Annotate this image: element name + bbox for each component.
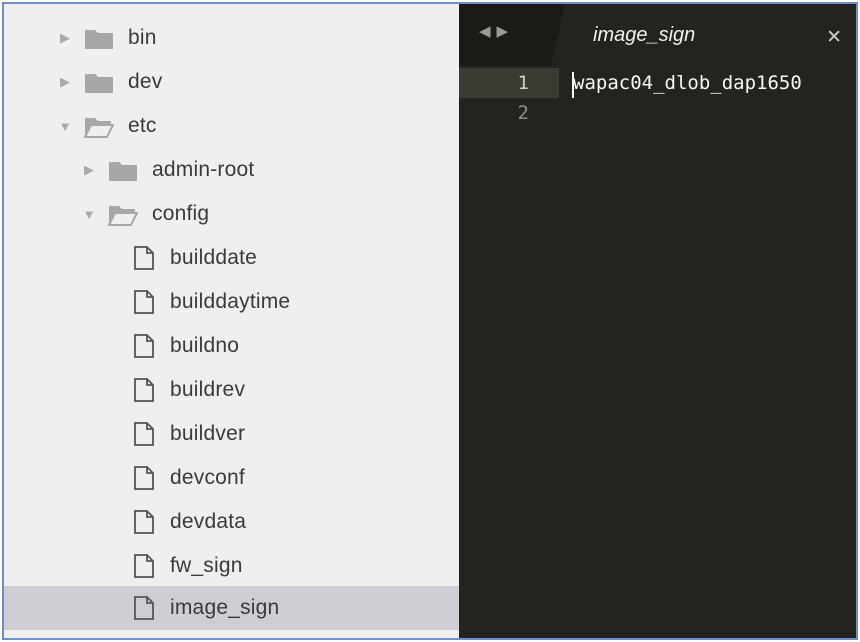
- tree-item-admin-root[interactable]: ▶ admin-root: [4, 148, 459, 192]
- tab-navigation: ◀ ▶: [479, 22, 508, 40]
- file-tree-sidebar: ▶ bin ▶ dev ▼ etc ▶ admin-root ▼ config …: [4, 4, 459, 638]
- line-number: 1: [517, 72, 529, 94]
- file-icon: [132, 553, 156, 579]
- editor-pane: ◀ ▶ image_sign ✕ 1 2 wapac04_dlob_dap165…: [459, 4, 856, 638]
- line-number-gutter: 1 2: [459, 66, 559, 638]
- tree-item-label: buildver: [170, 422, 246, 445]
- tree-item-bin[interactable]: ▶ bin: [4, 16, 459, 60]
- chevron-right-icon[interactable]: ▶: [82, 162, 96, 178]
- tree-item-dev[interactable]: ▶ dev: [4, 60, 459, 104]
- tab-image-sign[interactable]: image_sign ✕: [551, 4, 856, 66]
- open-folder-icon: [108, 202, 138, 226]
- file-icon: [132, 465, 156, 491]
- code-line[interactable]: wapac04_dlob_dap1650: [573, 72, 802, 94]
- left-arrow-icon[interactable]: ◀: [479, 22, 491, 40]
- tree-item-label: bin: [128, 26, 157, 49]
- file-icon: [132, 245, 156, 271]
- text-cursor: [572, 72, 574, 98]
- tree-item-fw-sign[interactable]: fw_sign: [4, 544, 459, 588]
- tree-item-buildno[interactable]: buildno: [4, 324, 459, 368]
- tree-item-builddate[interactable]: builddate: [4, 236, 459, 280]
- chevron-down-icon[interactable]: ▼: [82, 207, 96, 222]
- tree-item-label: builddate: [170, 246, 258, 269]
- tree-item-label: admin-root: [152, 158, 255, 181]
- chevron-right-icon[interactable]: ▶: [58, 74, 72, 90]
- tree-item-builddaytime[interactable]: builddaytime: [4, 280, 459, 324]
- file-icon: [132, 509, 156, 535]
- tab-bar: ◀ ▶ image_sign ✕: [459, 4, 856, 66]
- tree-item-label: dev: [128, 70, 163, 93]
- tree-item-buildver[interactable]: buildver: [4, 412, 459, 456]
- tree-item-label: etc: [128, 114, 157, 137]
- tree-item-label: fw_sign: [170, 554, 243, 577]
- file-icon: [132, 377, 156, 403]
- chevron-down-icon[interactable]: ▼: [58, 119, 72, 134]
- open-folder-icon: [84, 114, 114, 138]
- file-icon: [132, 333, 156, 359]
- file-icon: [132, 421, 156, 447]
- tree-item-image-sign[interactable]: image_sign: [4, 586, 459, 630]
- line-number: 2: [517, 102, 529, 124]
- chevron-right-icon[interactable]: ▶: [58, 30, 72, 46]
- folder-icon: [108, 158, 138, 182]
- tree-item-label: devconf: [170, 466, 245, 489]
- tree-item-label: builddaytime: [170, 290, 291, 313]
- tree-item-etc[interactable]: ▼ etc: [4, 104, 459, 148]
- file-icon: [132, 595, 156, 621]
- tree-item-label: buildno: [170, 334, 240, 357]
- file-icon: [132, 289, 156, 315]
- tree-item-label: config: [152, 202, 210, 225]
- tree-item-buildrev[interactable]: buildrev: [4, 368, 459, 412]
- tree-item-label: devdata: [170, 510, 247, 533]
- close-icon[interactable]: ✕: [826, 26, 842, 49]
- right-arrow-icon[interactable]: ▶: [497, 22, 509, 40]
- folder-icon: [84, 70, 114, 94]
- tree-item-label: image_sign: [170, 596, 280, 619]
- folder-icon: [84, 26, 114, 50]
- window: ▶ bin ▶ dev ▼ etc ▶ admin-root ▼ config …: [2, 2, 858, 640]
- tree-item-label: buildrev: [170, 378, 246, 401]
- tab-title: image_sign: [593, 24, 696, 46]
- tree-item-devdata[interactable]: devdata: [4, 500, 459, 544]
- tree-item-config[interactable]: ▼ config: [4, 192, 459, 236]
- tree-item-devconf[interactable]: devconf: [4, 456, 459, 500]
